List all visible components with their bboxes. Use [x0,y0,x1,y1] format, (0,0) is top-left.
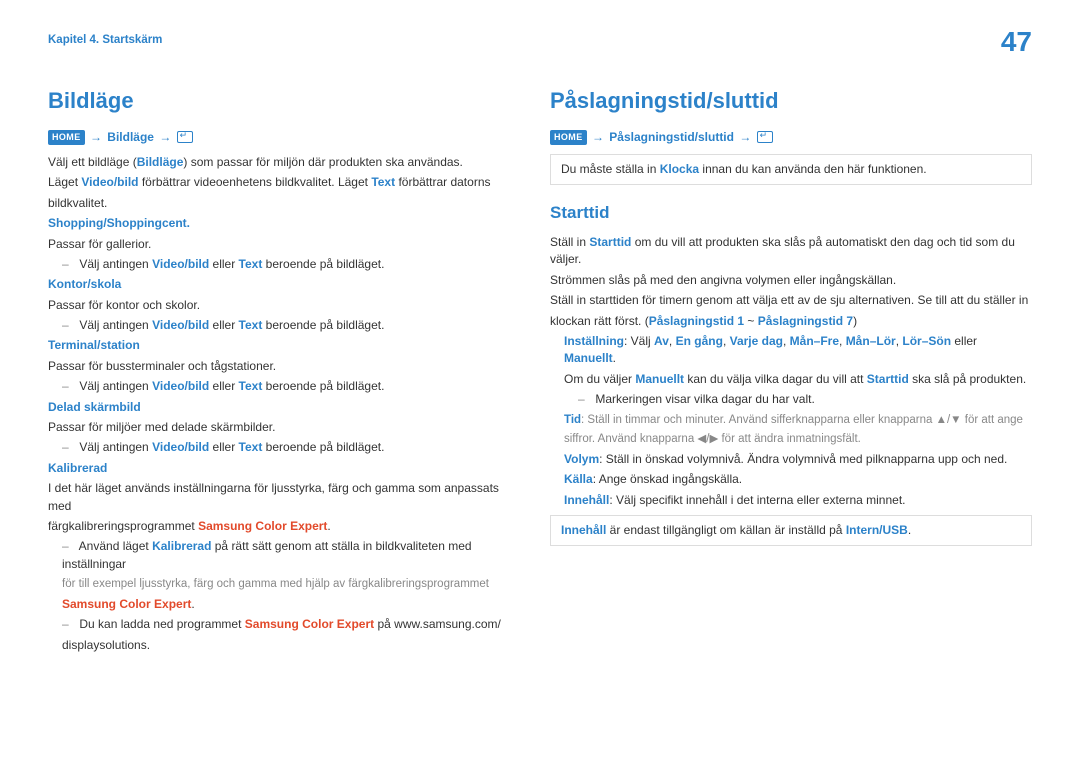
breadcrumb-left: HOME → Bildläge → [48,129,514,146]
mode-shopping-desc: Passar för gallerior. [48,236,514,253]
home-tag: HOME [550,130,587,145]
setting-innehall: Innehåll: Välj specifikt innehåll i det … [550,492,1032,509]
mode-kalibrerad-b2: – Du kan ladda ned programmet Samsung Co… [48,616,514,633]
mode-shopping-opt: – Välj antingen Video/bild eller Text be… [48,256,514,273]
setting-kalla: Källa: Ange önskad ingångskälla. [550,471,1032,488]
mode-delad-title: Delad skärmbild [48,400,141,414]
starttid-p3b: klockan rätt först. (Påslagningstid 1 ~ … [550,313,1032,330]
bc-bildlage: Bildläge [107,130,154,144]
mode-kalibrerad-orangeend: Samsung Color Expert. [48,596,514,613]
home-tag: HOME [48,130,85,145]
mode-kontor-opt: – Välj antingen Video/bild eller Text be… [48,317,514,334]
heading-bildlage: Bildläge [48,85,514,117]
mode-kalibrerad-desc2: färgkalibreringsprogrammet Samsung Color… [48,518,514,535]
setting-installning-check: – Markeringen visar vilka dagar du har v… [550,391,1032,408]
mode-kalibrerad-b1: – Använd läget Kalibrerad på rätt sätt g… [48,538,514,573]
intro-line2: Läget Video/bild förbättrar videoenheten… [48,174,514,191]
heading-paslagning: Påslagningstid/sluttid [550,85,1032,117]
setting-installning-line2: Om du väljer Manuellt kan du välja vilka… [550,371,1032,388]
mode-terminal-opt: – Välj antingen Video/bild eller Text be… [48,378,514,395]
arrow-icon: → [737,130,753,144]
setting-tid-2: siffror. Använd knapparna ◀/▶ för att än… [550,431,1032,448]
page-number: 47 [1001,22,1032,63]
setting-tid: Tid: Ställ in timmar och minuter. Använd… [550,412,1032,429]
left-column: Bildläge HOME → Bildläge → Välj ett bild… [48,85,540,657]
mode-terminal-title: Terminal/station [48,338,140,352]
note-clock: Du måste ställa in Klocka innan du kan a… [550,154,1032,185]
intro-line3: bildkvalitet. [48,195,514,212]
enter-icon [177,131,193,143]
starttid-p2: Strömmen slås på med den angivna volymen… [550,272,1032,289]
setting-volym: Volym: Ställ in önskad volymnivå. Ändra … [550,451,1032,468]
arrow-icon: → [88,130,104,144]
chapter-label: Kapitel 4. Startskärm [48,32,1032,49]
mode-kalibrerad-gray: för till exempel ljusstyrka, färg och ga… [48,576,514,593]
mode-kontor-desc: Passar för kontor och skolor. [48,297,514,314]
mode-kalibrerad-b2b: displaysolutions. [48,637,514,654]
subheading-starttid: Starttid [550,201,1032,226]
setting-installning: Inställning: Välj Av, En gång, Varje dag… [550,333,1032,368]
mode-terminal-desc: Passar för bussterminaler och tågstation… [48,358,514,375]
bc-paslagning: Påslagningstid/sluttid [609,130,734,144]
enter-icon [757,131,773,143]
right-column: Påslagningstid/sluttid HOME → Påslagning… [540,85,1032,657]
arrow-icon: → [590,130,606,144]
mode-shopping-title: Shopping/Shoppingcent. [48,216,190,230]
starttid-p3a: Ställ in starttiden för timern genom att… [550,292,1032,309]
mode-delad-opt: – Välj antingen Video/bild eller Text be… [48,439,514,456]
mode-kalibrerad-desc1: I det här läget används inställningarna … [48,480,514,515]
arrow-icon: → [157,130,173,144]
starttid-p1: Ställ in Starttid om du vill att produkt… [550,234,1032,269]
intro-line1: Välj ett bildläge (Bildläge) som passar … [48,154,514,171]
note-innehall: Innehåll är endast tillgängligt om källa… [550,515,1032,546]
breadcrumb-right: HOME → Påslagningstid/sluttid → [550,129,1032,146]
mode-kontor-title: Kontor/skola [48,277,121,291]
mode-delad-desc: Passar för miljöer med delade skärmbilde… [48,419,514,436]
mode-kalibrerad-title: Kalibrerad [48,461,107,475]
